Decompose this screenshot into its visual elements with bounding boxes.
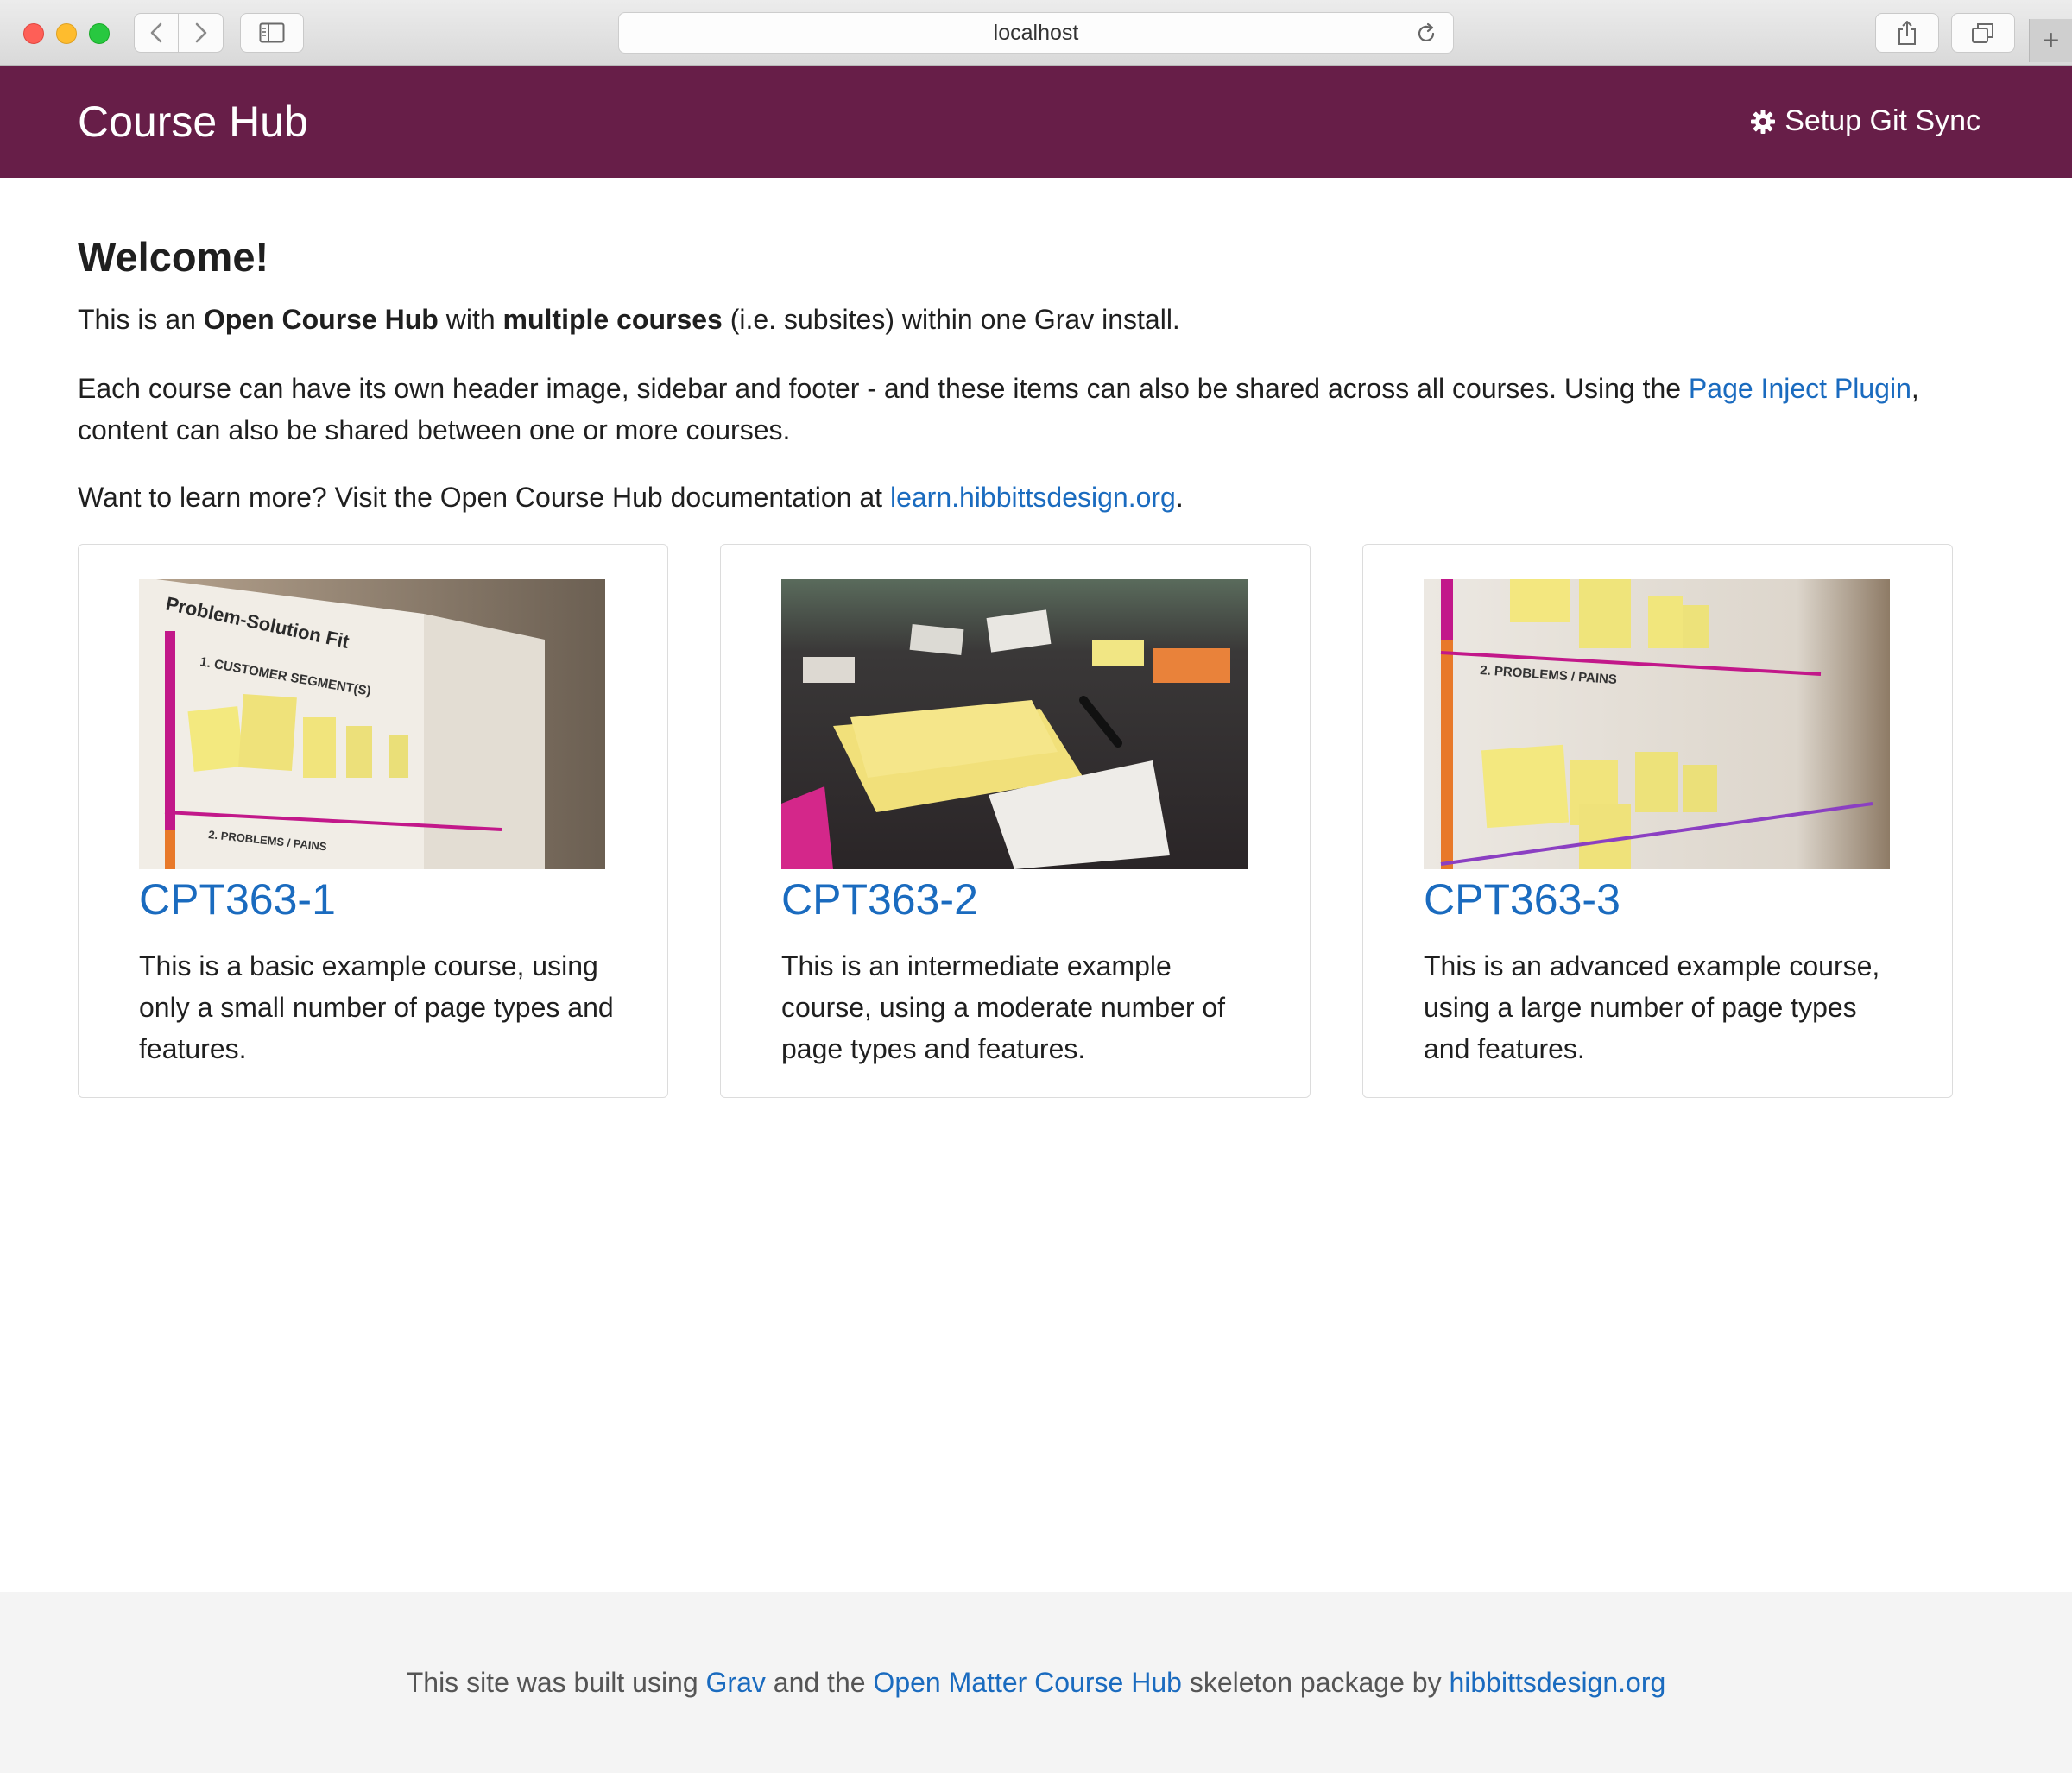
course-title-link[interactable]: CPT363-1 [139,874,336,924]
site-footer: This site was built using Grav and the O… [0,1592,2072,1773]
course-description: This is an intermediate example course, … [781,950,1226,1064]
page-title: Welcome! [78,234,269,280]
footer-text-3: skeleton package by [1181,1666,1450,1698]
course-image[interactable] [781,579,1248,869]
zoom-window-button[interactable] [89,23,110,44]
grav-link[interactable]: Grav [706,1667,766,1698]
browser-toolbar: localhost + [0,0,2072,66]
course-title-link[interactable]: CPT363-2 [781,874,978,924]
close-window-button[interactable] [23,23,44,44]
footer-text-2: and the [765,1666,874,1698]
footer-text: This site was built using Grav and the O… [407,1667,1666,1699]
setup-git-sync-button[interactable]: Setup Git Sync [1750,104,1980,138]
course-card: 2. PROBLEMS / PAINS CPT363-3 This is an … [1362,544,1953,1098]
course-description: This is a basic example course, using on… [139,950,614,1064]
forward-button[interactable] [179,13,224,53]
learn-more-text-1: Want to learn more? Visit the Open Cours… [78,482,890,513]
git-sync-label: Setup Git Sync [1785,104,1980,137]
course-image[interactable]: Problem-Solution Fit 1. CUSTOMER SEGMENT… [139,579,605,869]
intro-text-3: (i.e. subsites) within one Grav install. [722,304,1180,335]
learn-more-paragraph: Want to learn more? Visit the Open Cours… [78,476,1951,518]
intro-paragraph: This is an Open Course Hub with multiple… [78,299,1951,340]
share-icon [1898,21,1916,45]
intro-bold-2: multiple courses [502,304,723,335]
intro-text-1: This is an [78,304,204,335]
tab-overview-button[interactable] [1951,13,2015,53]
course-card: CPT363-2 This is an intermediate example… [720,544,1311,1098]
learn-more-text-2: . [1175,482,1184,513]
new-tab-button[interactable]: + [2029,19,2072,62]
intro-bold-1: Open Course Hub [203,304,439,335]
address-bar[interactable]: localhost [618,12,1454,54]
sharing-text-1: Each course can have its own header imag… [78,373,1689,404]
sharing-paragraph: Each course can have its own header imag… [78,368,1951,451]
site-title[interactable]: Course Hub [78,97,308,147]
page-inject-plugin-link[interactable]: Page Inject Plugin [1689,373,1911,404]
course-title-link[interactable]: CPT363-3 [1424,874,1620,924]
tabs-icon [1972,23,1993,43]
sidebar-icon [259,22,285,43]
hibbittsdesign-link[interactable]: hibbittsdesign.org [1449,1667,1665,1698]
back-button[interactable] [134,13,179,53]
course-description: This is an advanced example course, usin… [1424,950,1880,1064]
open-matter-course-hub-link[interactable]: Open Matter Course Hub [873,1667,1182,1698]
url-text: localhost [993,20,1079,45]
sidebar-toggle-button[interactable] [240,13,304,53]
course-card: Problem-Solution Fit 1. CUSTOMER SEGMENT… [78,544,668,1098]
footer-text-1: This site was built using [406,1666,706,1698]
reload-icon[interactable] [1415,22,1437,45]
chevron-left-icon [150,22,162,43]
course-image[interactable]: 2. PROBLEMS / PAINS [1424,579,1890,869]
history-nav [134,13,224,53]
plus-icon: + [2042,23,2060,57]
minimize-window-button[interactable] [56,23,77,44]
learn-hibbittsdesign-link[interactable]: learn.hibbittsdesign.org [890,482,1176,513]
site-header: Course Hub Setup Git Sync [0,66,2072,178]
chevron-right-icon [195,22,206,43]
gear-icon [1751,109,1776,134]
share-button[interactable] [1875,13,1939,53]
intro-text-2: with [438,304,503,335]
